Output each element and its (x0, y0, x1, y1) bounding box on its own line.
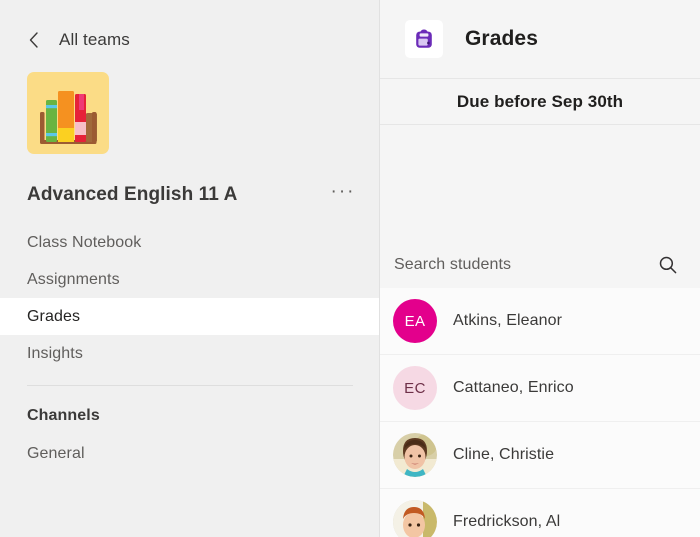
avatar-photo (393, 433, 437, 477)
panel-title: Grades (465, 27, 538, 51)
student-list: EA Atkins, Eleanor EC Cattaneo, Enrico (380, 288, 700, 537)
sidebar-divider (27, 385, 353, 386)
team-nav-list: Class Notebook Assignments Grades Insigh… (0, 224, 380, 372)
search-input[interactable]: Search students (394, 256, 658, 274)
backpack-icon (405, 20, 443, 58)
avatar (393, 500, 437, 537)
due-date-filter-label: Due before Sep 30th (457, 92, 623, 112)
student-name: Cline, Christie (453, 446, 554, 464)
team-avatar[interactable] (27, 72, 109, 154)
search-icon[interactable] (658, 255, 678, 275)
student-name: Atkins, Eleanor (453, 312, 562, 330)
all-teams-label: All teams (59, 30, 130, 50)
list-item[interactable]: EC Cattaneo, Enrico (380, 355, 700, 422)
team-overflow-menu-button[interactable]: ··· (330, 187, 356, 203)
sidebar-item-label: Class Notebook (27, 234, 141, 252)
sidebar-item-assignments[interactable]: Assignments (0, 261, 380, 298)
page-title: Advanced English 11 A (27, 184, 330, 206)
list-item[interactable]: EA Atkins, Eleanor (380, 288, 700, 355)
avatar-initials: EC (404, 380, 426, 397)
list-item[interactable]: Cline, Christie (380, 422, 700, 489)
student-name: Cattaneo, Enrico (453, 379, 574, 397)
chevron-left-icon (27, 30, 41, 50)
channel-item-general[interactable]: General (0, 435, 380, 472)
sidebar-item-grades[interactable]: Grades (0, 298, 380, 335)
channels-section-header: Channels (0, 407, 380, 425)
sidebar-item-label: Assignments (27, 271, 120, 289)
panel-spacer (380, 125, 700, 241)
avatar-initials: EA (405, 313, 426, 330)
sidebar-item-class-notebook[interactable]: Class Notebook (0, 224, 380, 261)
sidebar-item-insights[interactable]: Insights (0, 335, 380, 372)
student-name: Fredrickson, Al (453, 513, 560, 531)
avatar: EC (393, 366, 437, 410)
avatar-photo (393, 500, 437, 537)
grades-panel: Grades Due before Sep 30th Search studen… (380, 0, 700, 537)
list-item[interactable]: Fredrickson, Al (380, 489, 700, 537)
team-name-row: Advanced English 11 A ··· (0, 184, 380, 206)
channel-item-label: General (27, 445, 85, 463)
search-students-row[interactable]: Search students (380, 241, 700, 288)
sidebar-item-label: Grades (27, 308, 80, 326)
avatar: EA (393, 299, 437, 343)
sidebar-item-label: Insights (27, 345, 83, 363)
books-emoji-icon (27, 72, 109, 154)
avatar (393, 433, 437, 477)
team-sidebar: All teams (0, 0, 380, 537)
all-teams-back-button[interactable]: All teams (0, 20, 380, 60)
due-date-filter[interactable]: Due before Sep 30th (380, 78, 700, 125)
teams-app-window: All teams (0, 0, 700, 537)
grades-panel-header: Grades (380, 0, 700, 78)
